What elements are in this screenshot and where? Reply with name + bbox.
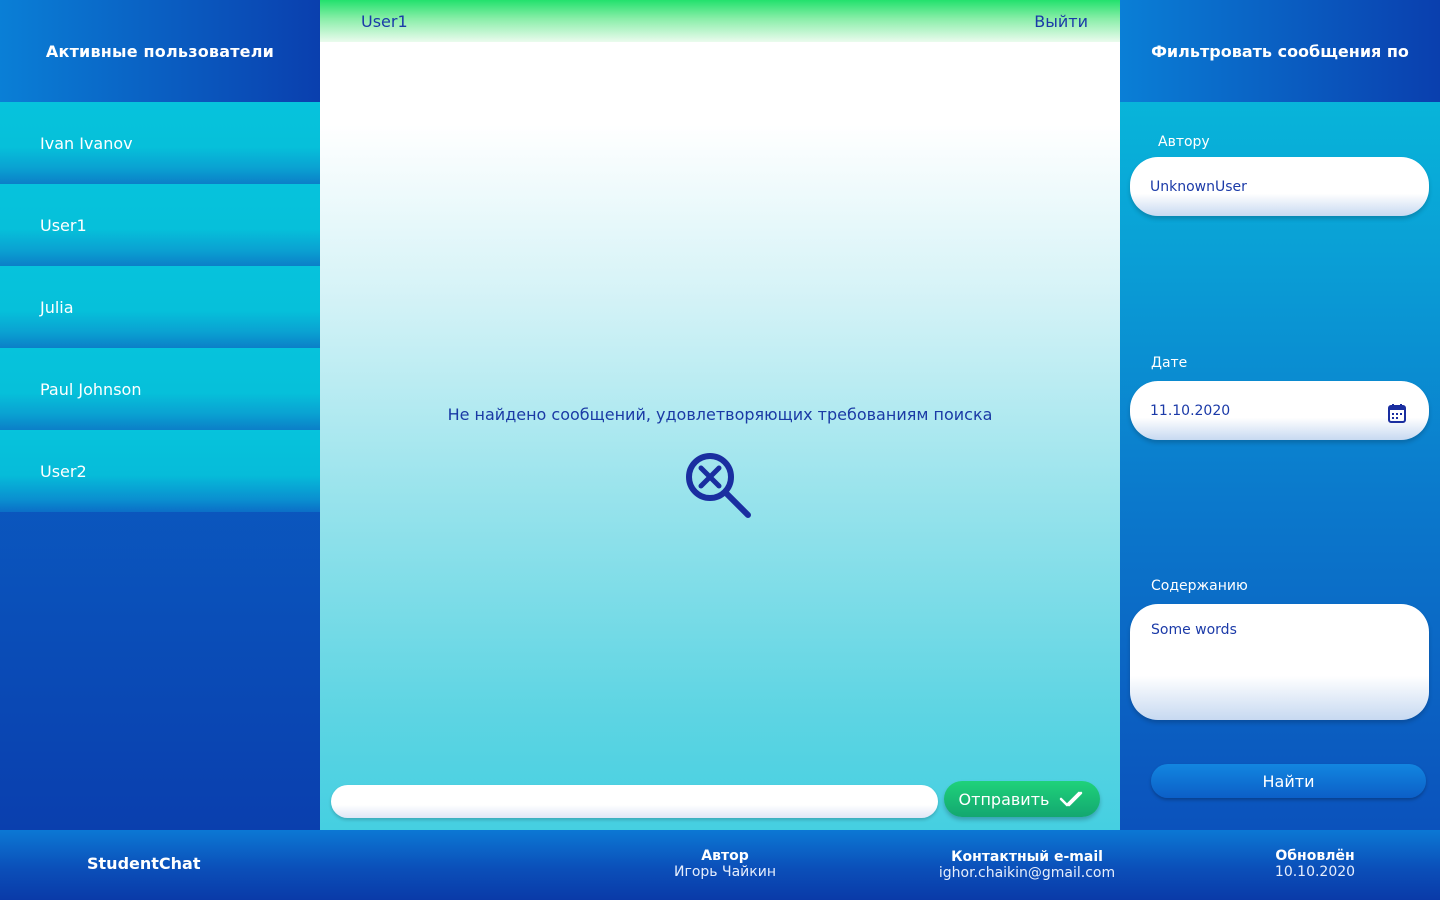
date-filter-label: Дате	[1151, 355, 1188, 371]
author-filter-input[interactable]: UnknownUser	[1130, 157, 1429, 216]
user-list-item[interactable]: Julia	[0, 266, 320, 348]
send-button-label: Отправить	[958, 789, 1050, 809]
filter-title: Фильтровать сообщения по	[1151, 41, 1409, 61]
date-filter-input[interactable]: 11.10.2020	[1130, 381, 1429, 440]
footer-contact: Контактный e-mail ighor.chaikin@gmail.co…	[917, 849, 1137, 881]
user-name: User2	[40, 461, 87, 481]
user-name: User1	[40, 215, 87, 235]
footer-updated: Обновлён 10.10.2020	[1245, 848, 1385, 880]
active-users-sidebar: Активные пользователи Ivan Ivanov User1 …	[0, 0, 320, 830]
author-filter-label: Автору	[1158, 134, 1210, 150]
find-button-label: Найти	[1262, 771, 1315, 791]
date-filter-value: 11.10.2020	[1150, 402, 1231, 419]
user-name: Paul Johnson	[40, 379, 142, 399]
footer-author: Автор Игорь Чайкин	[625, 848, 825, 880]
user-name: Ivan Ivanov	[40, 133, 133, 153]
footer-author-value: Игорь Чайкин	[674, 864, 776, 880]
no-messages-text: Не найдено сообщений, удовлетворяющих тр…	[447, 405, 993, 424]
user-name: Julia	[40, 297, 74, 317]
footer-contact-email[interactable]: ighor.chaikin@gmail.com	[917, 865, 1137, 881]
user-list-item[interactable]: User1	[0, 184, 320, 266]
find-button[interactable]: Найти	[1151, 764, 1426, 798]
footer: StudentChat Автор Игорь Чайкин Контактны…	[0, 830, 1440, 900]
search-not-found-icon	[686, 453, 751, 518]
chat-panel: User1 Выйти Не найдено сообщений, удовле…	[320, 0, 1120, 830]
footer-updated-value: 10.10.2020	[1274, 864, 1356, 880]
user-list-item[interactable]: User2	[0, 430, 320, 512]
active-users-title: Активные пользователи	[45, 41, 275, 61]
content-filter-value: Some words	[1151, 622, 1237, 638]
calendar-icon[interactable]	[1388, 403, 1406, 423]
send-button[interactable]: Отправить	[944, 781, 1100, 817]
filter-panel: Фильтровать сообщения по Автору UnknownU…	[1120, 0, 1440, 830]
current-user-name: User1	[361, 11, 408, 31]
chat-topbar: User1 Выйти	[320, 0, 1120, 42]
user-list-item[interactable]: Ivan Ivanov	[0, 102, 320, 184]
footer-author-title: Автор	[701, 848, 749, 864]
author-filter-value: UnknownUser	[1150, 178, 1247, 195]
active-users-header: Активные пользователи	[0, 0, 320, 102]
content-filter-textarea[interactable]: Some words	[1130, 604, 1429, 720]
logout-link[interactable]: Выйти	[1034, 12, 1088, 31]
filter-header: Фильтровать сообщения по	[1120, 0, 1440, 102]
footer-brand: StudentChat	[87, 854, 201, 873]
message-input[interactable]	[331, 785, 938, 818]
content-filter-label: Содержанию	[1151, 578, 1248, 594]
footer-updated-title: Обновлён	[1275, 848, 1355, 864]
footer-contact-title: Контактный e-mail	[951, 849, 1103, 865]
user-list-item[interactable]: Paul Johnson	[0, 348, 320, 430]
double-check-icon	[1060, 791, 1083, 807]
